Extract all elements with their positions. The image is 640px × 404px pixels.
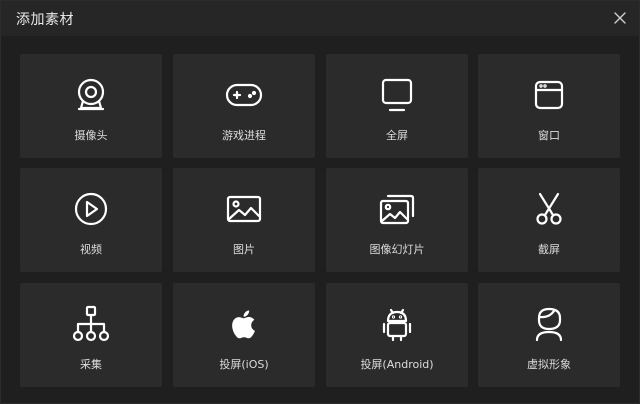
- source-label: 投屏(Android): [360, 358, 434, 371]
- source-card-game-process[interactable]: 游戏进程: [173, 54, 315, 158]
- source-label: 截屏: [538, 243, 560, 256]
- source-card-fullscreen[interactable]: 全屏: [326, 54, 468, 158]
- close-icon[interactable]: [611, 9, 629, 27]
- image-icon: [224, 189, 264, 229]
- window-icon: [529, 75, 569, 115]
- source-label: 摄像头: [74, 129, 108, 142]
- source-card-video[interactable]: 视频: [20, 168, 162, 272]
- source-card-cast-ios[interactable]: 投屏(iOS): [173, 283, 315, 387]
- source-card-image-slideshow[interactable]: 图像幻灯片: [326, 168, 468, 272]
- source-label: 窗口: [538, 129, 560, 142]
- source-label: 投屏(iOS): [219, 358, 269, 371]
- add-source-dialog: 添加素材 摄像头 游戏进程 全屏 窗口 视频 图片 图像幻灯片 截屏 采集 投屏…: [0, 0, 640, 404]
- source-card-webcam[interactable]: 摄像头: [20, 54, 162, 158]
- apple-icon: [224, 304, 264, 344]
- monitor-icon: [377, 75, 417, 115]
- source-label: 采集: [80, 358, 102, 371]
- dialog-titlebar: 添加素材: [1, 1, 639, 36]
- source-card-window[interactable]: 窗口: [478, 54, 620, 158]
- hierarchy-icon: [71, 304, 111, 344]
- dialog-title: 添加素材: [16, 12, 74, 28]
- source-label: 视频: [80, 243, 102, 256]
- source-card-image[interactable]: 图片: [173, 168, 315, 272]
- source-label: 游戏进程: [222, 129, 266, 142]
- source-card-cast-android[interactable]: 投屏(Android): [326, 283, 468, 387]
- webcam-icon: [71, 75, 111, 115]
- source-card-virtual-avatar[interactable]: 虚拟形象: [478, 283, 620, 387]
- source-card-capture[interactable]: 采集: [20, 283, 162, 387]
- source-card-screenshot[interactable]: 截屏: [478, 168, 620, 272]
- avatar-icon: [529, 304, 569, 344]
- scissors-icon: [529, 189, 569, 229]
- source-label: 虚拟形象: [527, 358, 571, 371]
- play-circle-icon: [71, 189, 111, 229]
- gamepad-icon: [224, 75, 264, 115]
- source-grid: 摄像头 游戏进程 全屏 窗口 视频 图片 图像幻灯片 截屏 采集 投屏(iOS)…: [20, 54, 620, 387]
- android-icon: [377, 304, 417, 344]
- source-label: 图像幻灯片: [369, 243, 425, 256]
- source-label: 全屏: [386, 129, 408, 142]
- source-label: 图片: [233, 243, 255, 256]
- image-stack-icon: [377, 189, 417, 229]
